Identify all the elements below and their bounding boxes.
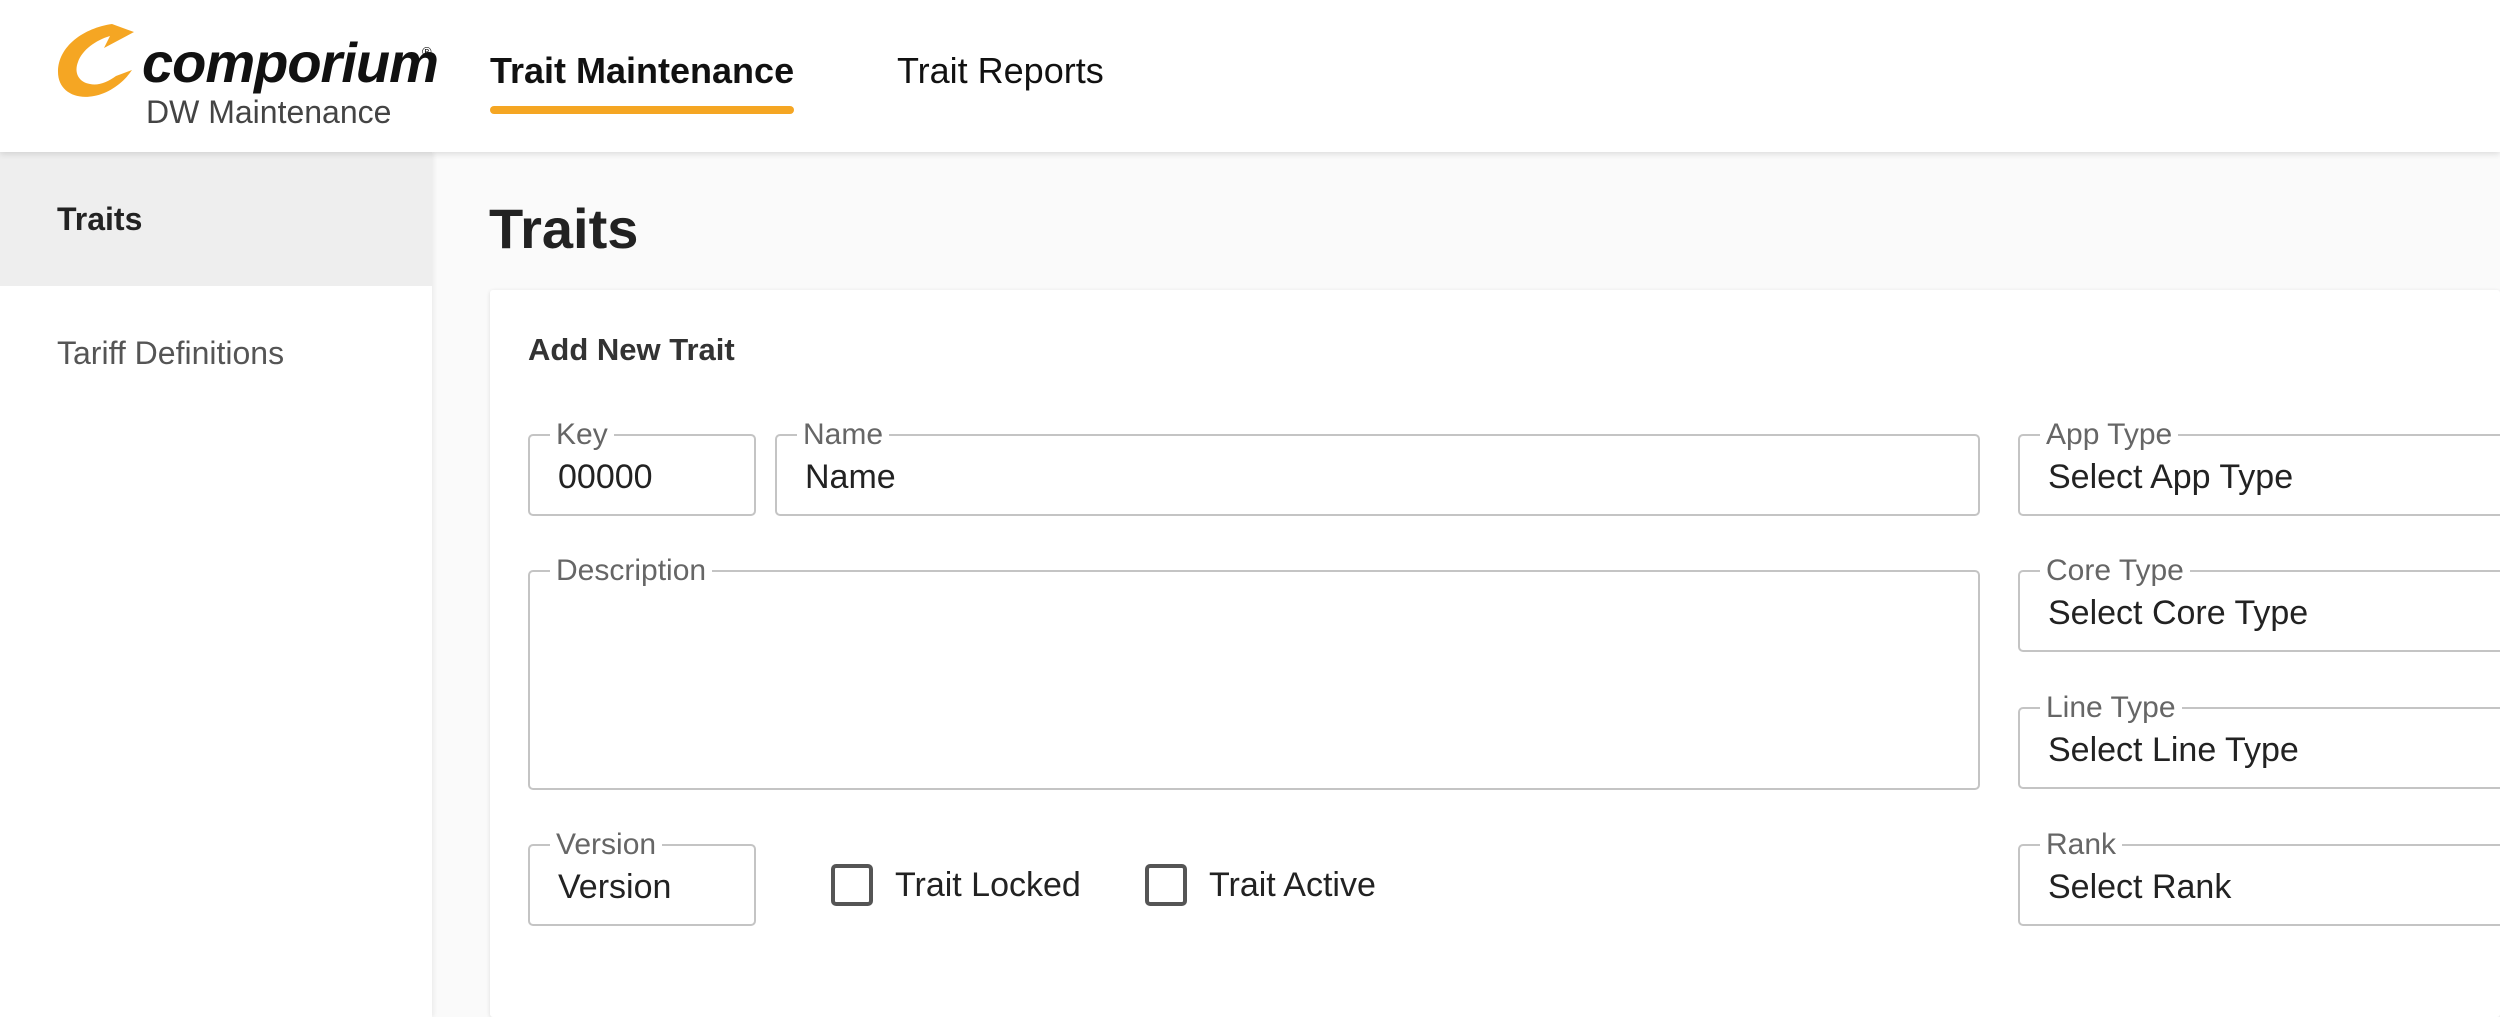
card-title: Add New Trait	[528, 332, 735, 367]
rank-select[interactable]: Rank Select Rank	[2018, 830, 2500, 926]
sidebar: Traits Tariff Definitions	[0, 152, 432, 1017]
name-label: Name	[803, 418, 884, 451]
core-type-select[interactable]: Core Type Select Core Type	[2018, 556, 2500, 652]
app-type-value: Select App Type	[2048, 458, 2294, 496]
core-type-label: Core Type	[2046, 554, 2184, 587]
trait-locked-checkbox[interactable]: Trait Locked	[831, 864, 1081, 906]
trait-active-checkbox[interactable]: Trait Active	[1145, 864, 1376, 906]
version-value: Version	[558, 868, 672, 906]
description-label: Description	[556, 554, 707, 587]
description-field[interactable]: Description	[528, 556, 1980, 790]
checkbox-box[interactable]	[831, 864, 873, 906]
line-type-label: Line Type	[2046, 691, 2176, 724]
version-field[interactable]: Version Version	[528, 830, 756, 926]
name-field[interactable]: Name Name	[775, 420, 1980, 516]
rank-label: Rank	[2046, 828, 2117, 861]
key-field[interactable]: Key 00000	[528, 420, 756, 516]
sidebar-item-label: Traits	[57, 200, 143, 237]
checkbox-box[interactable]	[1145, 864, 1187, 906]
app-type-label: App Type	[2046, 418, 2173, 451]
core-type-value: Select Core Type	[2048, 594, 2309, 632]
name-value: Name	[805, 458, 896, 496]
tab-label: Trait Maintenance	[490, 50, 795, 91]
key-label: Key	[556, 418, 608, 451]
trait-locked-label: Trait Locked	[895, 865, 1081, 904]
sidebar-item-tariff-definitions[interactable]: Tariff Definitions	[0, 286, 432, 420]
comporium-logo-icon	[58, 24, 134, 97]
top-header: comporium ® DW Maintenance Trait Mainten…	[0, 0, 2500, 152]
page-title: Traits	[489, 197, 639, 260]
tab-trait-maintenance[interactable]: Trait Maintenance	[490, 50, 795, 114]
trait-active-label: Trait Active	[1209, 865, 1376, 904]
brand-name: comporium	[142, 31, 439, 94]
line-type-select[interactable]: Line Type Select Line Type	[2018, 693, 2500, 789]
rank-value: Select Rank	[2048, 868, 2232, 906]
sidebar-item-traits[interactable]: Traits	[0, 152, 432, 286]
brand-registered-mark: ®	[422, 44, 432, 59]
comporium-logo[interactable]: comporium ® DW Maintenance	[54, 22, 444, 134]
tab-label: Trait Reports	[897, 50, 1104, 91]
add-trait-card: Add New Trait Key 00000 Name Name Descri…	[490, 290, 2500, 1017]
sidebar-item-label: Tariff Definitions	[57, 334, 285, 371]
key-value: 00000	[558, 458, 653, 496]
app-type-select[interactable]: App Type Select App Type	[2018, 420, 2500, 516]
version-label: Version	[556, 828, 657, 861]
tab-trait-reports[interactable]: Trait Reports	[897, 50, 1104, 92]
app-subtitle: DW Maintenance	[146, 94, 392, 130]
active-tab-indicator	[490, 106, 795, 114]
line-type-value: Select Line Type	[2048, 731, 2299, 769]
